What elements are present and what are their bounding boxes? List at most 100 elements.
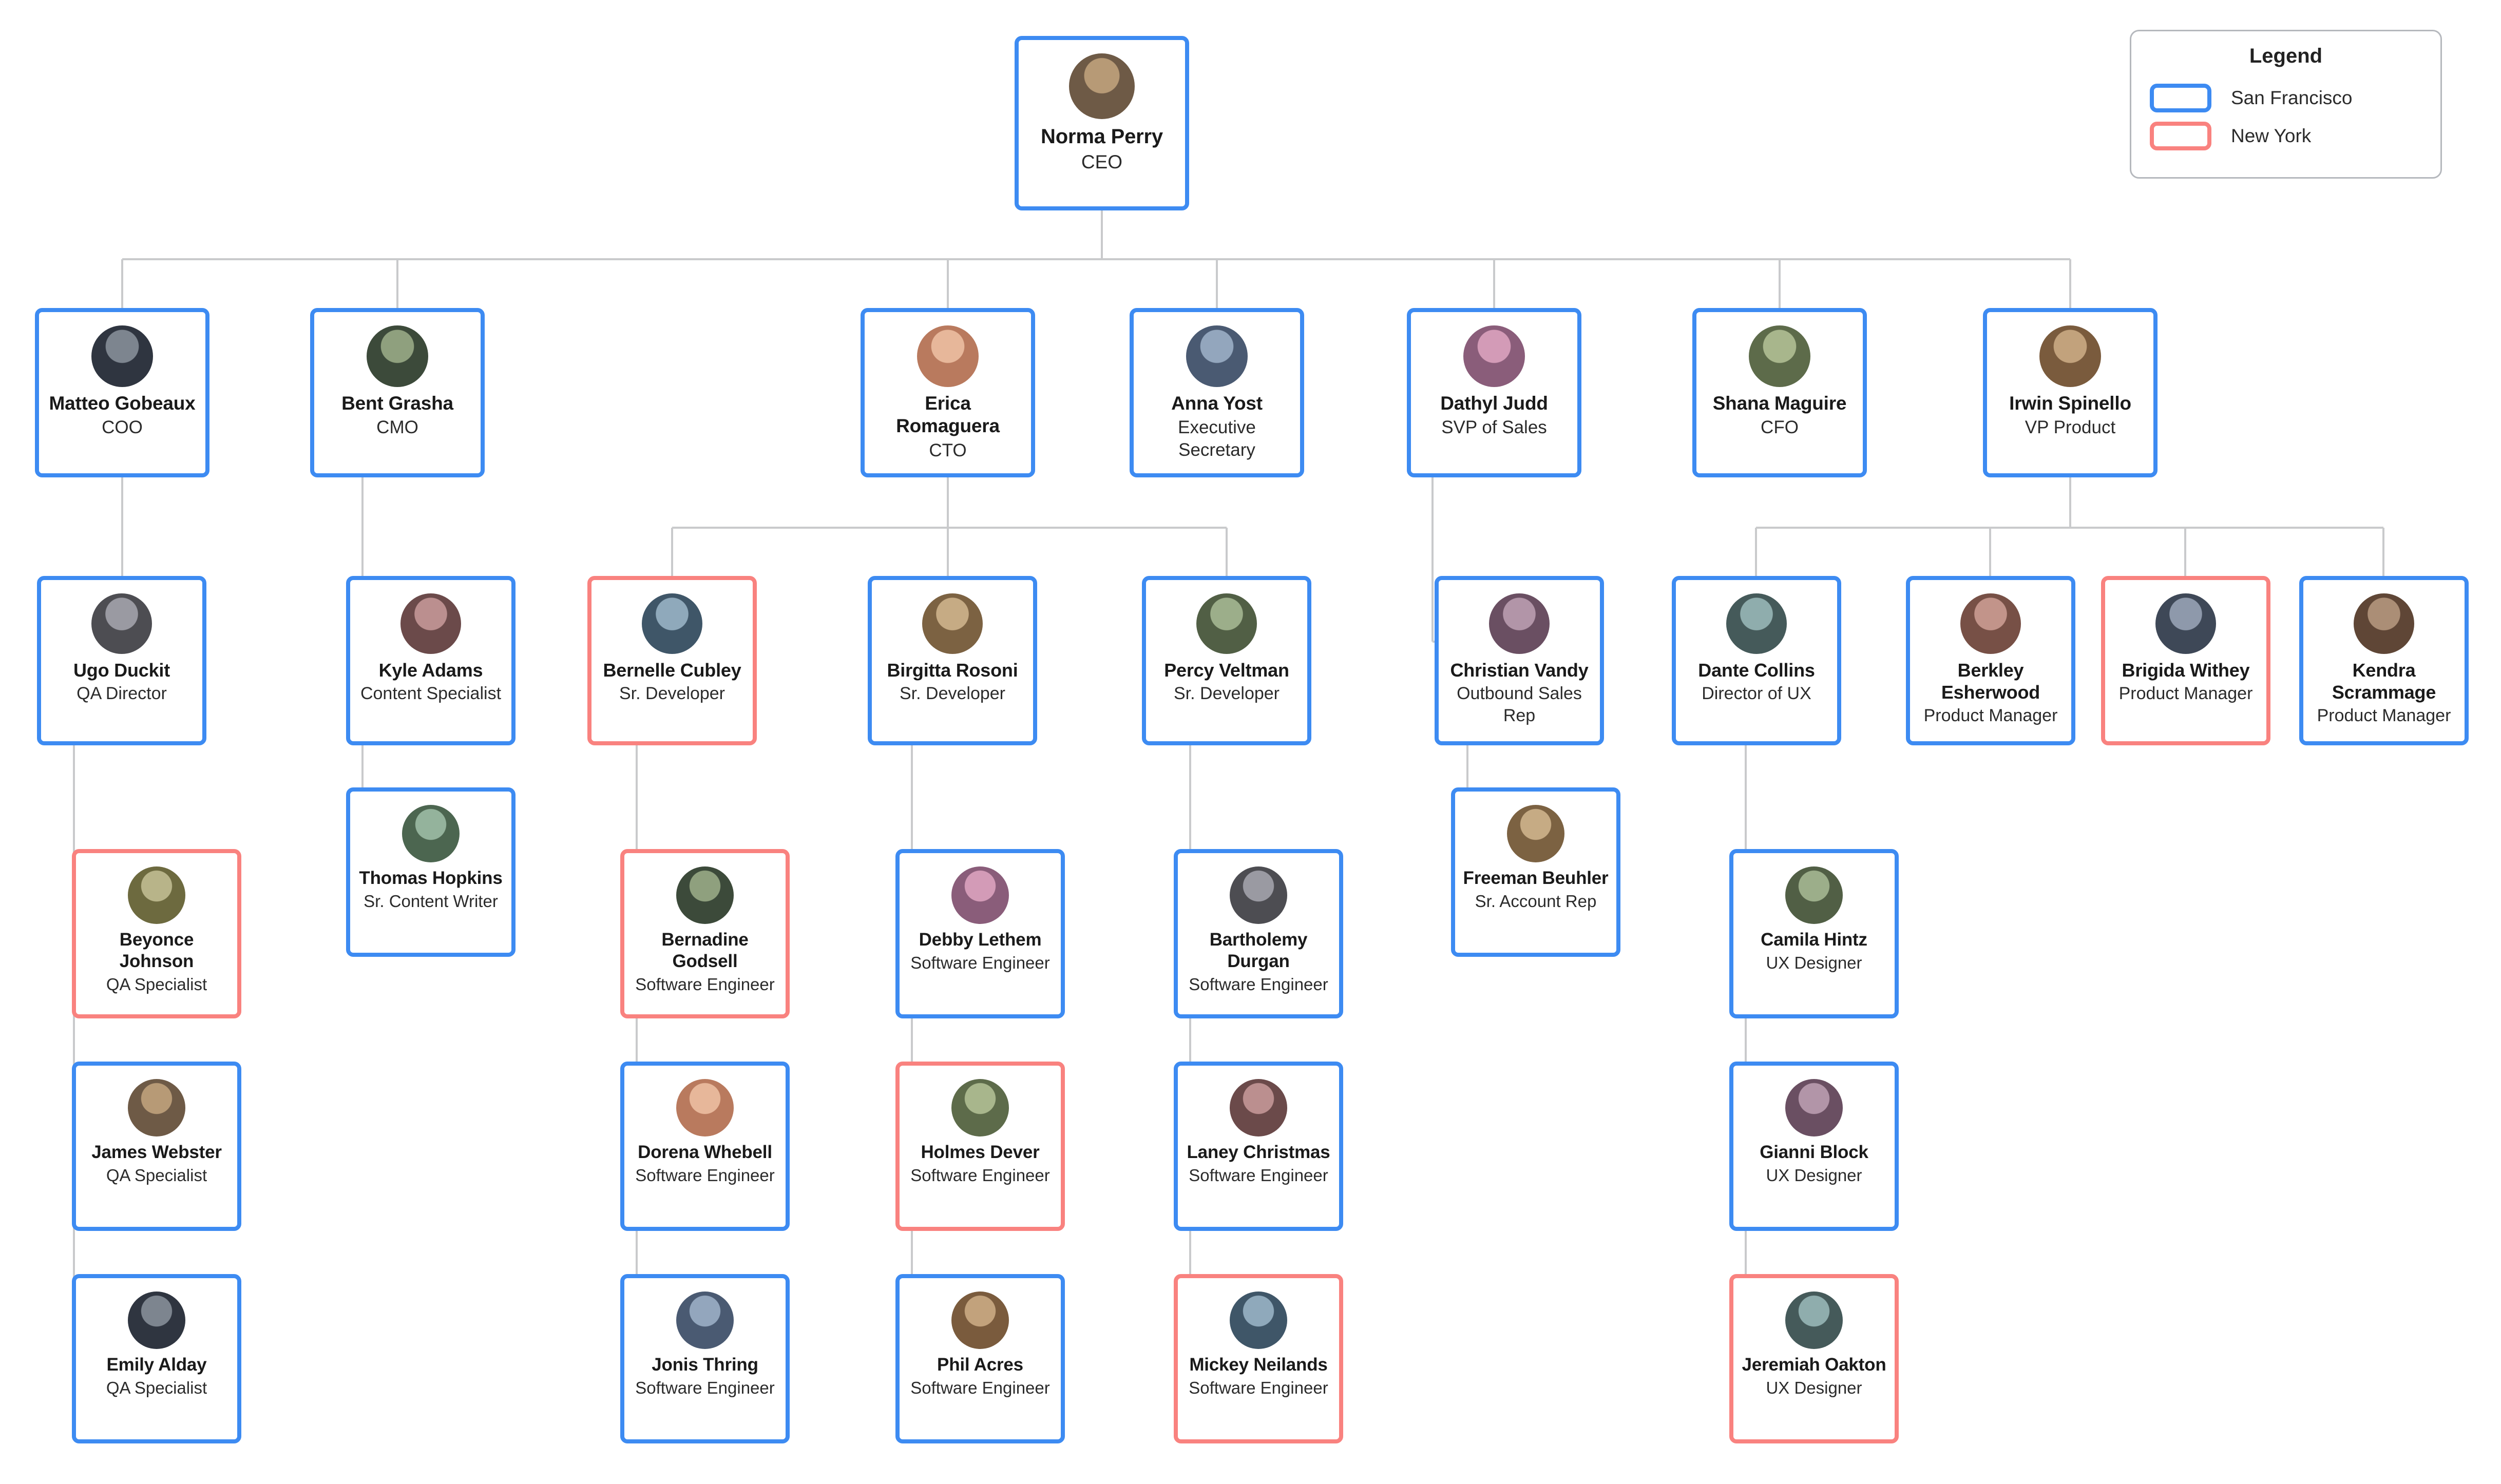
person-name: Shana Maguire: [1712, 393, 1847, 414]
avatar: [1785, 1292, 1843, 1349]
person-name: Jonis Thring: [652, 1355, 758, 1375]
person-name: Birgitta Rosoni: [887, 660, 1018, 681]
org-node[interactable]: Gianni Block UX Designer: [1729, 1062, 1899, 1231]
org-node[interactable]: Dathyl Judd SVP of Sales: [1407, 308, 1581, 477]
legend-item-new-york: New York: [2150, 122, 2422, 150]
org-node[interactable]: Debby Lethem Software Engineer: [895, 849, 1065, 1018]
legend-item-san-francisco: San Francisco: [2150, 84, 2422, 112]
person-name: James Webster: [91, 1142, 222, 1162]
org-node[interactable]: Kyle Adams Content Specialist: [346, 576, 516, 745]
person-title: CMO: [376, 417, 418, 438]
avatar: [1069, 53, 1135, 119]
person-title: Sr. Developer: [1174, 684, 1280, 704]
avatar: [91, 325, 153, 387]
person-name: Freeman Beuhler: [1463, 868, 1609, 888]
avatar: [676, 866, 734, 924]
person-title: QA Specialist: [106, 1166, 207, 1185]
legend-title: Legend: [2249, 45, 2323, 67]
org-node[interactable]: Birgitta Rosoni Sr. Developer: [868, 576, 1037, 745]
org-node[interactable]: Jeremiah Oakton UX Designer: [1729, 1274, 1899, 1443]
person-name: Gianni Block: [1760, 1142, 1868, 1162]
org-node[interactable]: Holmes Dever Software Engineer: [895, 1062, 1065, 1231]
legend-label-san-francisco: San Francisco: [2231, 87, 2353, 108]
org-node[interactable]: Thomas Hopkins Sr. Content Writer: [346, 787, 516, 957]
avatar: [128, 1292, 185, 1349]
person-title: Software Engineer: [1189, 1378, 1328, 1397]
legend-swatch-new-york: [2150, 122, 2211, 150]
person-name: Erica Romaguera: [896, 393, 1000, 437]
org-node[interactable]: Brigida Withey Product Manager: [2101, 576, 2270, 745]
org-node[interactable]: Bernelle Cubley Sr. Developer: [587, 576, 757, 745]
legend-label-new-york: New York: [2231, 125, 2312, 146]
org-node-root[interactable]: Norma Perry CEO: [1015, 36, 1189, 210]
person-title: Outbound Sales Rep: [1457, 684, 1582, 725]
org-node[interactable]: Matteo Gobeaux COO: [35, 308, 209, 477]
legend-swatch-san-francisco: [2150, 84, 2211, 112]
avatar: [676, 1292, 734, 1349]
person-name: Brigida Withey: [2122, 660, 2250, 681]
org-node[interactable]: Irwin Spinello VP Product: [1983, 308, 2158, 477]
person-title: Software Engineer: [1189, 1166, 1328, 1185]
person-title: Product Manager: [2317, 706, 2451, 726]
org-node[interactable]: Mickey Neilands Software Engineer: [1174, 1274, 1343, 1443]
org-node[interactable]: Anna Yost Executive Secretary: [1130, 308, 1304, 477]
avatar: [951, 1079, 1009, 1136]
person-title: Director of UX: [1702, 684, 1811, 704]
person-name: Percy Veltman: [1164, 660, 1289, 681]
org-node[interactable]: Beyonce Johnson QA Specialist: [72, 849, 241, 1018]
person-name: Debby Lethem: [919, 930, 1042, 950]
person-name: Thomas Hopkins: [359, 868, 503, 888]
avatar: [2039, 325, 2101, 387]
org-node[interactable]: James Webster QA Specialist: [72, 1062, 241, 1231]
person-name: Holmes Dever: [921, 1142, 1040, 1162]
person-name: Matteo Gobeaux: [49, 393, 196, 414]
person-title: Software Engineer: [635, 975, 775, 994]
avatar: [1463, 325, 1525, 387]
org-node[interactable]: Laney Christmas Software Engineer: [1174, 1062, 1343, 1231]
person-title: Software Engineer: [910, 1378, 1050, 1397]
person-title: CFO: [1761, 417, 1799, 438]
org-node[interactable]: Bent Grasha CMO: [310, 308, 485, 477]
avatar: [1196, 593, 1257, 654]
person-name: Kendra Scrammage: [2332, 660, 2436, 703]
org-node[interactable]: Dorena Whebell Software Engineer: [620, 1062, 790, 1231]
org-node[interactable]: Freeman Beuhler Sr. Account Rep: [1451, 787, 1620, 957]
person-name: Christian Vandy: [1450, 660, 1589, 681]
avatar: [2354, 593, 2414, 654]
org-node[interactable]: Christian Vandy Outbound Sales Rep: [1435, 576, 1604, 745]
avatar: [1960, 593, 2021, 654]
org-node[interactable]: Ugo Duckit QA Director: [37, 576, 206, 745]
org-node[interactable]: Emily Alday QA Specialist: [72, 1274, 241, 1443]
person-title: QA Specialist: [106, 975, 207, 994]
avatar: [1230, 866, 1287, 924]
org-node[interactable]: Berkley Esherwood Product Manager: [1906, 576, 2075, 745]
avatar: [2155, 593, 2216, 654]
avatar: [1785, 866, 1843, 924]
person-name: Camila Hintz: [1761, 930, 1867, 950]
org-node[interactable]: Shana Maguire CFO: [1692, 308, 1867, 477]
org-node[interactable]: Jonis Thring Software Engineer: [620, 1274, 790, 1443]
avatar: [1230, 1292, 1287, 1349]
org-node[interactable]: Bernadine Godsell Software Engineer: [620, 849, 790, 1018]
org-node[interactable]: Phil Acres Software Engineer: [895, 1274, 1065, 1443]
person-name: Dorena Whebell: [638, 1142, 772, 1162]
org-node[interactable]: Camila Hintz UX Designer: [1729, 849, 1899, 1018]
person-title: Sr. Account Rep: [1475, 892, 1597, 911]
person-name: Mickey Neilands: [1189, 1355, 1328, 1375]
person-name: Bernelle Cubley: [603, 660, 741, 681]
org-node[interactable]: Bartholemy Durgan Software Engineer: [1174, 849, 1343, 1018]
person-title: Executive Secretary: [1178, 417, 1256, 460]
avatar: [1230, 1079, 1287, 1136]
avatar: [1785, 1079, 1843, 1136]
person-title: QA Director: [77, 684, 167, 704]
org-node[interactable]: Dante Collins Director of UX: [1672, 576, 1841, 745]
person-name: Jeremiah Oakton: [1742, 1355, 1886, 1375]
person-title: Software Engineer: [635, 1166, 775, 1185]
org-node[interactable]: Kendra Scrammage Product Manager: [2299, 576, 2469, 745]
avatar: [922, 593, 983, 654]
person-title: Software Engineer: [910, 1166, 1050, 1185]
org-node[interactable]: Percy Veltman Sr. Developer: [1142, 576, 1311, 745]
avatar: [128, 866, 185, 924]
org-node[interactable]: Erica Romaguera CTO: [861, 308, 1035, 477]
avatar: [1507, 805, 1564, 862]
